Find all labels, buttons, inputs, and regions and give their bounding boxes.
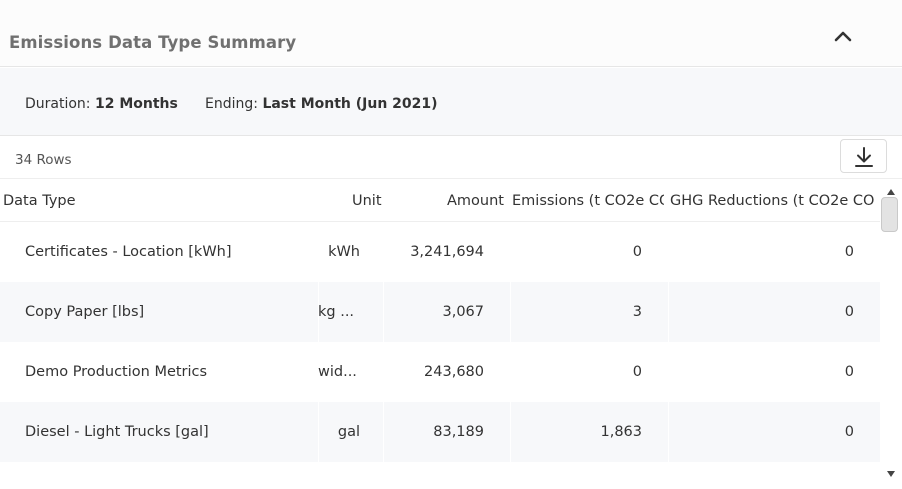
vertical-scrollbar[interactable] [880,180,902,489]
cell-amount: 3,067 [442,304,484,320]
column-header-amount[interactable]: Amount [447,193,504,209]
cell-emissions: 1,863 [600,424,642,440]
cell-ghg-reductions: 0 [844,304,854,320]
cell-ghg-reductions: 0 [844,244,854,260]
column-header-data-type[interactable]: Data Type [3,193,76,209]
ending-value: Last Month (Jun 2021) [262,96,438,112]
panel-header: Emissions Data Type Summary [0,0,902,67]
column-divider [668,402,669,462]
cell-data-type: Copy Paper [lbs] [25,304,145,320]
cell-emissions: 0 [632,244,642,260]
download-button[interactable] [840,139,887,173]
triangle-down-icon [887,471,895,477]
chevron-up-icon [834,31,852,42]
cell-emissions: 0 [632,364,642,380]
triangle-up-icon [887,189,895,195]
cell-data-type: Certificates - Location [kWh] [25,244,232,260]
column-header-ghg-reductions[interactable]: GHG Reductions (t CO2e CO [670,193,878,209]
table-row[interactable]: Copy Paper [lbs] kg ... 3,067 3 0 [0,282,880,342]
download-icon [855,147,873,167]
cell-unit: kWh [328,244,360,260]
cell-data-type: Diesel - Light Trucks [gal] [25,424,209,440]
ending-filter: Ending: Last Month (Jun 2021) [205,96,438,112]
cell-ghg-reductions: 0 [844,364,854,380]
scroll-up-arrow[interactable] [885,182,897,195]
panel-title: Emissions Data Type Summary [9,33,297,52]
ending-label: Ending: [205,96,258,112]
cell-unit: gal [337,424,360,440]
emissions-summary-panel: Emissions Data Type Summary Duration: 12… [0,0,902,489]
collapse-button[interactable] [828,24,858,48]
column-header-unit[interactable]: Unit [352,193,382,209]
table-toolbar: 34 Rows [0,137,902,179]
cell-amount: 3,241,694 [410,244,484,260]
cell-amount: 243,680 [424,364,484,380]
rows-count: 34 Rows [15,152,72,168]
column-header-emissions[interactable]: Emissions (t CO2e CO [512,193,664,209]
table-row[interactable]: Diesel - Light Trucks [gal] gal 83,189 1… [0,402,880,462]
cell-amount: 83,189 [433,424,484,440]
duration-label: Duration: [25,96,91,112]
cell-unit: kg ... [318,304,355,320]
table-header-row: Data Type Unit Amount Emissions (t CO2e … [0,180,880,222]
cell-ghg-reductions: 0 [844,424,854,440]
scrollbar-thumb[interactable] [881,197,898,232]
cell-emissions: 3 [632,304,642,320]
filter-summary: Duration: 12 Months Ending: Last Month (… [0,68,902,136]
data-grid: Data Type Unit Amount Emissions (t CO2e … [0,180,880,489]
table-row[interactable]: Certificates - Location [kWh] kWh 3,241,… [0,222,880,282]
duration-value: 12 Months [94,96,178,112]
scroll-down-arrow[interactable] [885,464,897,477]
cell-unit: wid... [318,364,357,380]
duration-filter: Duration: 12 Months [25,96,178,112]
column-divider [510,402,511,462]
table-row[interactable]: Demo Production Metrics wid... 243,680 0… [0,342,880,402]
column-divider [510,282,511,342]
cell-data-type: Demo Production Metrics [25,364,208,380]
column-divider [668,282,669,342]
